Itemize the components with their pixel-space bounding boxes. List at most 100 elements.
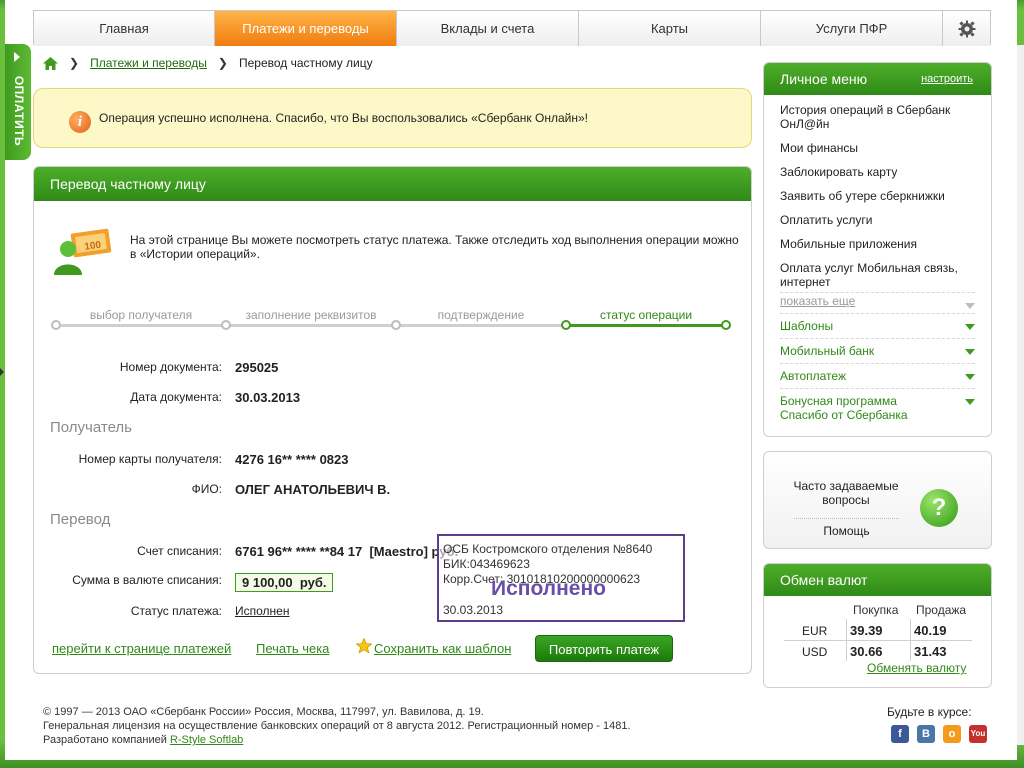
panel-actions: перейти к странице платежей Печать чека … <box>52 635 742 662</box>
buy-header: Покупка <box>853 603 899 617</box>
social-block: Будьте в курсе: f B o You <box>887 705 987 743</box>
menu-divider <box>780 363 975 364</box>
step-label: заполнение реквизитов <box>245 308 377 322</box>
play-arrow-icon <box>14 52 20 62</box>
menu-group-autopay[interactable]: Автоплатеж <box>780 369 975 383</box>
card-label: Номер карты получателя: <box>78 452 222 466</box>
menu-divider <box>780 313 975 314</box>
chevron-down-icon[interactable] <box>965 374 975 380</box>
tab-main[interactable]: Главная <box>34 11 215 46</box>
footer-license: Генеральная лицензия на осуществление ба… <box>43 720 631 732</box>
card-row: Номер карты получателя: 4276 16** **** 0… <box>34 452 753 472</box>
table-divider <box>784 640 972 641</box>
step-label-active: статус операции <box>599 308 693 322</box>
personal-menu-title: Личное меню настроить <box>764 63 991 95</box>
footer: © 1997 — 2013 ОАО «Сбербанк России» Росс… <box>43 705 631 747</box>
breadcrumb-current: Перевод частному лицу <box>238 56 373 70</box>
pay-tab[interactable]: ОПЛАТИТЬ <box>5 44 31 160</box>
chevron-down-icon[interactable] <box>965 399 975 405</box>
footer-developer-prefix: Разработано компанией <box>43 734 170 746</box>
menu-group-mobile-bank[interactable]: Мобильный банк <box>780 344 975 358</box>
odnoklassniki-icon[interactable]: o <box>943 725 961 743</box>
save-template-link[interactable]: Сохранить как шаблон <box>374 641 511 656</box>
menu-group-templates[interactable]: Шаблоны <box>780 319 975 333</box>
recipient-section-title: Получатель <box>50 419 132 436</box>
window-scrollbar[interactable] <box>1017 45 1024 745</box>
doc-date-value: 30.03.2013 <box>235 390 301 405</box>
breadcrumb-separator: ❯ <box>217 56 228 70</box>
tab-cards[interactable]: Карты <box>579 11 761 46</box>
menu-item-pay-services[interactable]: Оплатить услуги <box>780 213 975 227</box>
panel-title: Перевод частному лицу <box>34 167 751 201</box>
faq-question[interactable]: Часто задаваемые вопросы <box>786 479 906 507</box>
chevron-down-icon[interactable] <box>965 324 975 330</box>
menu-divider <box>780 338 975 339</box>
bank-stamp: ОСБ Костромского отделения №8640 БИК:043… <box>437 534 685 622</box>
step-line-active <box>566 324 728 327</box>
progress-steps: выбор получателя заполнение реквизитов п… <box>51 301 731 331</box>
menu-item-finances[interactable]: Мои финансы <box>780 141 975 155</box>
configure-link[interactable]: настроить <box>921 63 973 95</box>
settings-button[interactable] <box>943 11 990 46</box>
menu-item-lost-passbook[interactable]: Заявить об утере сберкнижки <box>780 189 975 203</box>
doc-date-label: Дата документа: <box>130 390 222 404</box>
step-label: выбор получателя <box>89 308 193 322</box>
account-label: Счет списания: <box>137 544 222 558</box>
breadcrumb: ❯ Платежи и переводы ❯ Перевод частному … <box>43 56 373 70</box>
stamp-date: 30.03.2013 <box>443 603 504 617</box>
currency-exchange-title: Обмен валют <box>764 564 991 596</box>
buy-rate: 30.66 <box>850 644 883 659</box>
fio-label: ФИО: <box>191 482 222 496</box>
faq-box: Часто задаваемые вопросы Помощь ? <box>763 451 992 549</box>
card-value: 4276 16** **** 0823 <box>235 452 349 467</box>
show-more-link[interactable]: показать еще <box>780 294 975 308</box>
tab-pension[interactable]: Услуги ПФР <box>761 11 943 46</box>
breadcrumb-link-payments[interactable]: Платежи и переводы <box>90 56 207 70</box>
help-link[interactable]: Помощь <box>794 518 899 538</box>
youtube-icon[interactable]: You <box>969 725 987 743</box>
sell-header: Продажа <box>916 603 967 617</box>
stamp-status: Исполнено <box>491 577 606 600</box>
status-label: Статус платежа: <box>130 604 222 618</box>
stamp-bik: БИК:043469623 <box>443 557 530 571</box>
developer-link[interactable]: R-Style Softlab <box>170 734 243 746</box>
facebook-icon[interactable]: f <box>891 725 909 743</box>
fio-row: ФИО: ОЛЕГ АНАТОЛЬЕВИЧ В. <box>34 482 753 502</box>
stamp-branch: ОСБ Костромского отделения №8640 <box>443 542 653 556</box>
chevron-down-icon[interactable] <box>965 349 975 355</box>
menu-item-mobile-payment[interactable]: Оплата услуг Мобильная связь, интернет <box>780 261 975 289</box>
doc-number-label: Номер документа: <box>119 360 222 374</box>
print-receipt-link[interactable]: Печать чека <box>256 641 329 656</box>
amount-label: Сумма в валюте списания: <box>72 573 222 587</box>
menu-item-block-card[interactable]: Заблокировать карту <box>780 165 975 179</box>
home-icon[interactable] <box>43 56 58 70</box>
repeat-payment-button[interactable]: Повторить платеж <box>535 635 673 662</box>
menu-group-bonus[interactable]: Бонусная программа Спасибо от Сбербанка <box>780 394 945 422</box>
exchange-currency-link[interactable]: Обменять валюту <box>867 661 966 675</box>
breadcrumb-separator: ❯ <box>69 56 80 70</box>
intro-text: На этой странице Вы можете посмотреть ст… <box>130 233 739 261</box>
expand-arrow-icon[interactable] <box>0 368 4 376</box>
chevron-down-icon[interactable] <box>965 303 975 309</box>
footer-developer: Разработано компанией R-Style Softlab <box>43 733 631 747</box>
menu-item-mobile-apps[interactable]: Мобильные приложения <box>780 237 975 251</box>
tab-payments[interactable]: Платежи и переводы <box>215 11 397 46</box>
to-payments-link[interactable]: перейти к странице платежей <box>52 641 231 656</box>
personal-menu-title-text: Личное меню <box>780 71 868 87</box>
buy-rate: 39.39 <box>850 623 883 638</box>
step-line <box>226 324 396 327</box>
vk-icon[interactable]: B <box>917 725 935 743</box>
tab-deposits[interactable]: Вклады и счета <box>397 11 579 46</box>
account-value: 6761 96** **** **84 17 [Maestro] руб. <box>235 544 459 559</box>
status-link[interactable]: Исполнен <box>235 604 289 618</box>
menu-item-history[interactable]: История операций в Сбербанк ОнЛ@йн <box>780 103 975 131</box>
step-label: подтверждение <box>437 308 525 322</box>
transfer-panel: Перевод частному лицу 100 На этой страни… <box>33 166 752 674</box>
question-icon[interactable]: ? <box>920 489 958 527</box>
footer-copyright: © 1997 — 2013 ОАО «Сбербанк России» Росс… <box>43 706 484 718</box>
pay-tab-label: ОПЛАТИТЬ <box>12 75 26 147</box>
success-notice-text: Операция успешно исполнена. Спасибо, что… <box>99 111 588 125</box>
step-line <box>56 324 226 327</box>
doc-number-value: 295025 <box>235 360 279 375</box>
currency-exchange: Обмен валют Покупка Продажа EUR 39.39 40… <box>763 563 992 688</box>
